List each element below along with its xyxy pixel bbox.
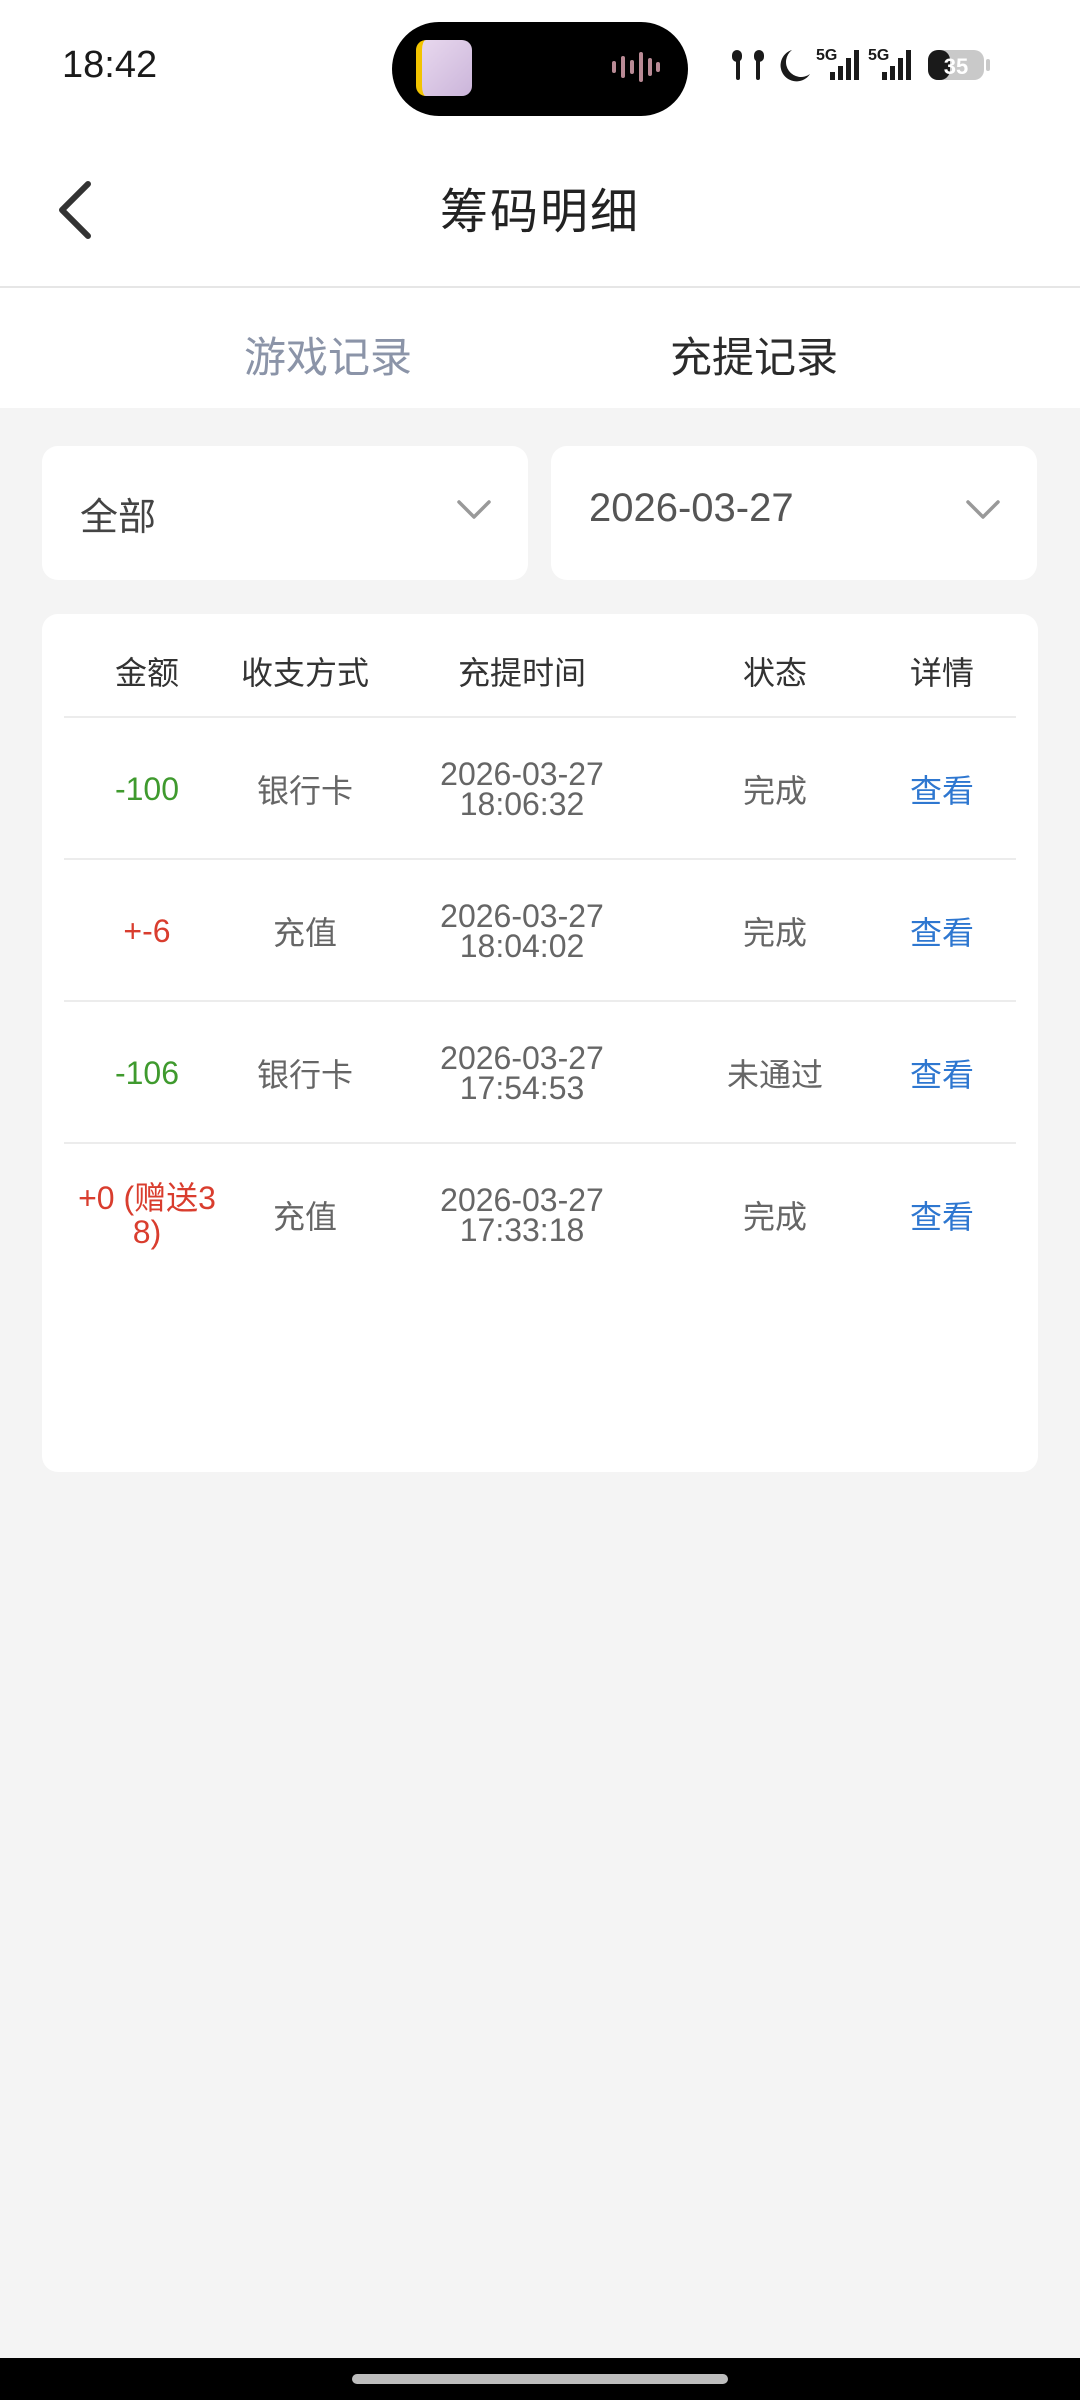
row-status: 未通过	[726, 1056, 823, 1094]
system-nav-bar	[0, 2358, 1080, 2400]
audio-wave-icon	[612, 52, 660, 82]
status-bar: 18:42 5G 5G 35	[0, 0, 1080, 130]
tab-bar: 游戏记录 充提记录	[0, 288, 1080, 408]
row-date-text: 2026-03-27	[440, 1040, 604, 1076]
app-header: 筹码明细	[0, 130, 1080, 288]
chevron-down-icon	[457, 500, 491, 519]
row-time: 2026-03-27 17:33:18	[394, 1144, 650, 1286]
battery-icon: 35	[928, 50, 990, 80]
dynamic-island[interactable]	[392, 22, 688, 116]
table-row: -106 银行卡 2026-03-27 17:54:53 未通过 查看	[64, 1002, 1016, 1144]
row-status: 完成	[742, 1198, 807, 1236]
tab-game-records[interactable]: 游戏记录	[244, 324, 412, 385]
view-detail-link[interactable]: 查看	[868, 1002, 1016, 1144]
table-row: +0 (赠送38) 充值 2026-03-27 17:33:18 完成 查看	[64, 1144, 1016, 1286]
home-indicator[interactable]	[352, 2374, 728, 2384]
page-title: 筹码明细	[439, 184, 640, 240]
row-time-text: 18:06:32	[459, 786, 585, 822]
header-status: 状态	[742, 654, 807, 692]
chevron-down-icon	[966, 500, 1000, 519]
type-filter-value: 全部	[80, 495, 157, 539]
view-detail-link[interactable]: 查看	[868, 1144, 1016, 1286]
table-row: -100 银行卡 2026-03-27 18:06:32 完成 查看	[64, 718, 1016, 860]
row-method: 银行卡	[256, 1056, 353, 1094]
earbuds-icon	[732, 50, 764, 80]
row-method: 充值	[272, 1198, 337, 1236]
row-time-text: 17:33:18	[459, 1212, 585, 1248]
header-time: 充提时间	[457, 654, 586, 692]
records-table: 金额 收支方式 充提时间 状态 详情 -100 银行卡 2026-03-27 1…	[42, 614, 1038, 1472]
table-row: +-6 充值 2026-03-27 18:04:02 完成 查看	[64, 860, 1016, 1002]
network-label-2: 5G	[868, 47, 889, 64]
moon-icon	[780, 50, 810, 82]
row-time-text: 17:54:53	[459, 1070, 585, 1106]
row-amount: -100	[114, 771, 180, 807]
view-detail-link[interactable]: 查看	[868, 718, 1016, 860]
row-time-text: 18:04:02	[459, 928, 585, 964]
header-amount: 金额	[114, 654, 179, 692]
status-time: 18:42	[62, 44, 158, 86]
status-icons: 5G 5G 35	[732, 47, 990, 82]
row-amount: +0 (赠送38)	[78, 1180, 216, 1250]
tab-recharge-records[interactable]: 充提记录	[670, 324, 838, 385]
row-amount: -106	[114, 1055, 180, 1091]
media-thumbnail	[416, 40, 472, 96]
row-method: 充值	[272, 914, 337, 952]
row-amount: +-6	[123, 913, 171, 949]
row-method: 银行卡	[256, 772, 353, 810]
row-time: 2026-03-27 18:04:02	[394, 860, 650, 1002]
row-date-text: 2026-03-27	[440, 756, 604, 792]
battery-level: 35	[944, 54, 968, 79]
row-time: 2026-03-27 17:54:53	[394, 1002, 650, 1144]
row-time: 2026-03-27 18:06:32	[394, 718, 650, 860]
row-status: 完成	[742, 772, 807, 810]
date-filter-dropdown[interactable]: 2026-03-27	[551, 446, 1037, 580]
date-filter-value: 2026-03-27	[589, 486, 794, 530]
header-method: 收支方式	[240, 654, 369, 692]
table-header: 金额 收支方式 充提时间 状态 详情	[64, 614, 1016, 718]
network-label-1: 5G	[816, 47, 837, 64]
row-date-text: 2026-03-27	[440, 1182, 604, 1218]
view-detail-link[interactable]: 查看	[868, 860, 1016, 1002]
row-date-text: 2026-03-27	[440, 898, 604, 934]
row-status: 完成	[742, 914, 807, 952]
type-filter-dropdown[interactable]: 全部	[42, 446, 528, 580]
header-detail: 详情	[909, 654, 974, 692]
